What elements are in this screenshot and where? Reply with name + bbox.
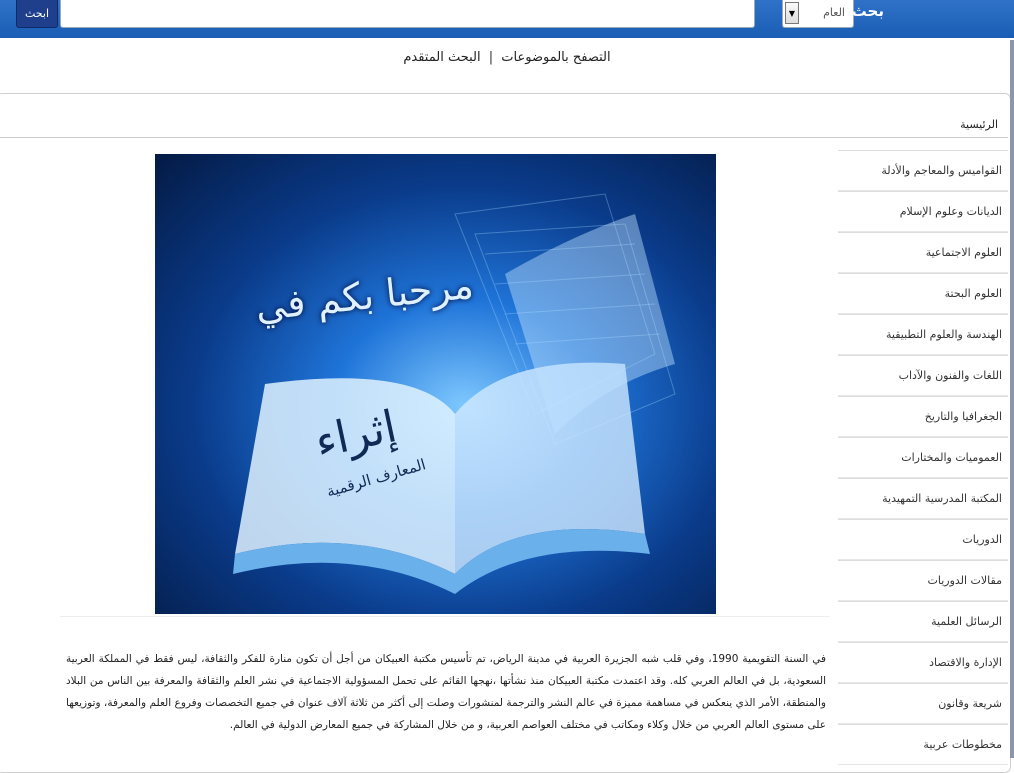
chevron-down-icon[interactable]: ▼ <box>785 2 799 24</box>
content-divider <box>60 616 830 617</box>
book-illustration <box>233 193 676 594</box>
breadcrumb-home[interactable]: الرئيسية <box>960 118 998 131</box>
sidebar-item-label: العموميات والمختارات <box>901 451 1002 464</box>
sidebar-item-label: الجغرافيا والتاريخ <box>924 410 1002 423</box>
sidebar-item-generalities[interactable]: العموميات والمختارات <box>838 437 1008 478</box>
subnav-separator: | <box>488 50 494 65</box>
sidebar-item-label: مقالات الدوريات <box>927 574 1002 587</box>
sidebar-item-sharia-law[interactable]: شريعة وقانون <box>838 683 1008 724</box>
sidebar-item-label: المكتبة المدرسية التمهيدية <box>882 492 1002 505</box>
sidebar-item-periodical-articles[interactable]: مقالات الدوريات <box>838 560 1008 601</box>
subnav: التصفح بالموضوعات | البحث المتقدم <box>0 50 1014 65</box>
sidebar-item-label: اللغات والفنون والآداب <box>898 369 1002 382</box>
sidebar-item-label: مخطوطات عربية <box>923 738 1002 751</box>
sidebar-item-engineering[interactable]: الهندسة والعلوم التطبيقية <box>838 314 1008 355</box>
search-title: بحث <box>851 2 884 20</box>
search-scope-select[interactable]: ▼ العام <box>782 0 854 28</box>
sidebar-item-dictionaries[interactable]: القواميس والمعاجم والأدلة <box>838 150 1008 191</box>
search-scope-value: العام <box>823 6 845 19</box>
sidebar-item-label: الدوريات <box>962 533 1002 546</box>
sidebar-item-management-economics[interactable]: الإدارة والاقتصاد <box>838 642 1008 683</box>
sidebar-item-label: العلوم الاجتماعية <box>925 246 1002 259</box>
sidebar: القواميس والمعاجم والأدلة الديانات وعلوم… <box>838 150 1008 765</box>
breadcrumb-divider <box>0 137 1008 138</box>
sidebar-item-school-library[interactable]: المكتبة المدرسية التمهيدية <box>838 478 1008 519</box>
window-edge <box>1010 40 1014 758</box>
intro-paragraph: في السنة التقويمية 1990، وفي قلب شبه الج… <box>66 653 826 731</box>
top-search-bar: ابحث ▼ العام بحث <box>0 0 1014 38</box>
sidebar-item-geography-history[interactable]: الجغرافيا والتاريخ <box>838 396 1008 437</box>
sidebar-item-pure-sciences[interactable]: العلوم البحتة <box>838 273 1008 314</box>
sidebar-item-label: الرسائل العلمية <box>931 615 1002 628</box>
sidebar-item-label: العلوم البحتة <box>944 287 1002 300</box>
sidebar-item-label: القواميس والمعاجم والأدلة <box>881 164 1002 177</box>
sidebar-item-label: الإدارة والاقتصاد <box>929 656 1002 669</box>
browse-topics-link[interactable]: التصفح بالموضوعات <box>501 50 610 65</box>
sidebar-item-social-sciences[interactable]: العلوم الاجتماعية <box>838 232 1008 273</box>
sidebar-item-religions[interactable]: الديانات وعلوم الإسلام <box>838 191 1008 232</box>
advanced-search-link[interactable]: البحث المتقدم <box>403 50 480 65</box>
search-input[interactable] <box>60 0 755 28</box>
sidebar-item-theses[interactable]: الرسائل العلمية <box>838 601 1008 642</box>
search-button[interactable]: ابحث <box>16 0 58 28</box>
sidebar-item-languages-arts[interactable]: اللغات والفنون والآداب <box>838 355 1008 396</box>
hero-banner: مرحبا بكم في إثراء المعارف الرقمية <box>155 154 716 614</box>
sidebar-item-arabic-manuscripts[interactable]: مخطوطات عربية <box>838 724 1008 765</box>
sidebar-item-label: شريعة وقانون <box>938 697 1002 710</box>
sidebar-item-label: الديانات وعلوم الإسلام <box>899 205 1002 218</box>
sidebar-item-periodicals[interactable]: الدوريات <box>838 519 1008 560</box>
sidebar-item-label: الهندسة والعلوم التطبيقية <box>885 328 1002 341</box>
